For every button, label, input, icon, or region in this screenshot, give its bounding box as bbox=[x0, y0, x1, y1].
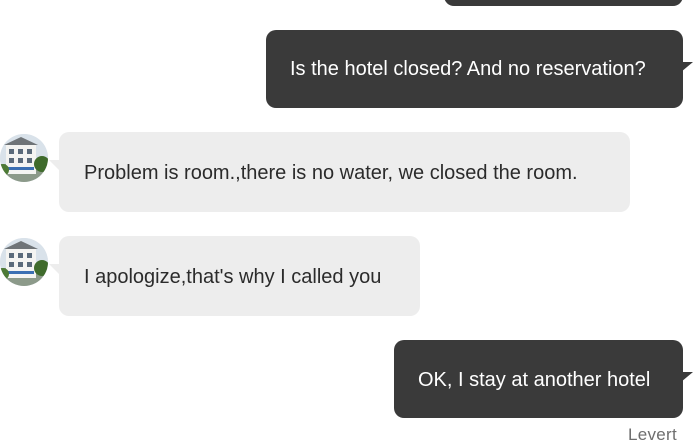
delivery-status: Levert bbox=[627, 425, 677, 441]
message-bubble-outgoing[interactable] bbox=[444, 0, 683, 6]
hotel-building-avatar-icon bbox=[0, 134, 48, 182]
message-text: I apologize,that's why I called you bbox=[84, 266, 382, 288]
contact-avatar[interactable] bbox=[0, 238, 48, 286]
bubble-tail bbox=[49, 160, 61, 172]
chat-thread: Is the hotel closed? And no reservation?… bbox=[0, 0, 697, 441]
hotel-building-avatar-icon bbox=[0, 238, 48, 286]
message-text: Is the hotel closed? And no reservation? bbox=[290, 58, 646, 80]
message-text: OK, I stay at another hotel bbox=[418, 369, 651, 391]
bubble-tail bbox=[49, 264, 61, 276]
message-bubble-incoming[interactable]: Problem is room.,there is no water, we c… bbox=[49, 132, 630, 212]
bubble-tail bbox=[681, 372, 693, 382]
message-bubble-outgoing[interactable]: Is the hotel closed? And no reservation? bbox=[266, 30, 693, 108]
message-bubble-outgoing[interactable]: OK, I stay at another hotel bbox=[394, 340, 693, 418]
message-text: Problem is room.,there is no water, we c… bbox=[84, 162, 578, 184]
contact-avatar[interactable] bbox=[0, 134, 48, 182]
message-bubble-incoming[interactable]: I apologize,that's why I called you bbox=[49, 236, 420, 316]
bubble-tail bbox=[681, 62, 693, 72]
